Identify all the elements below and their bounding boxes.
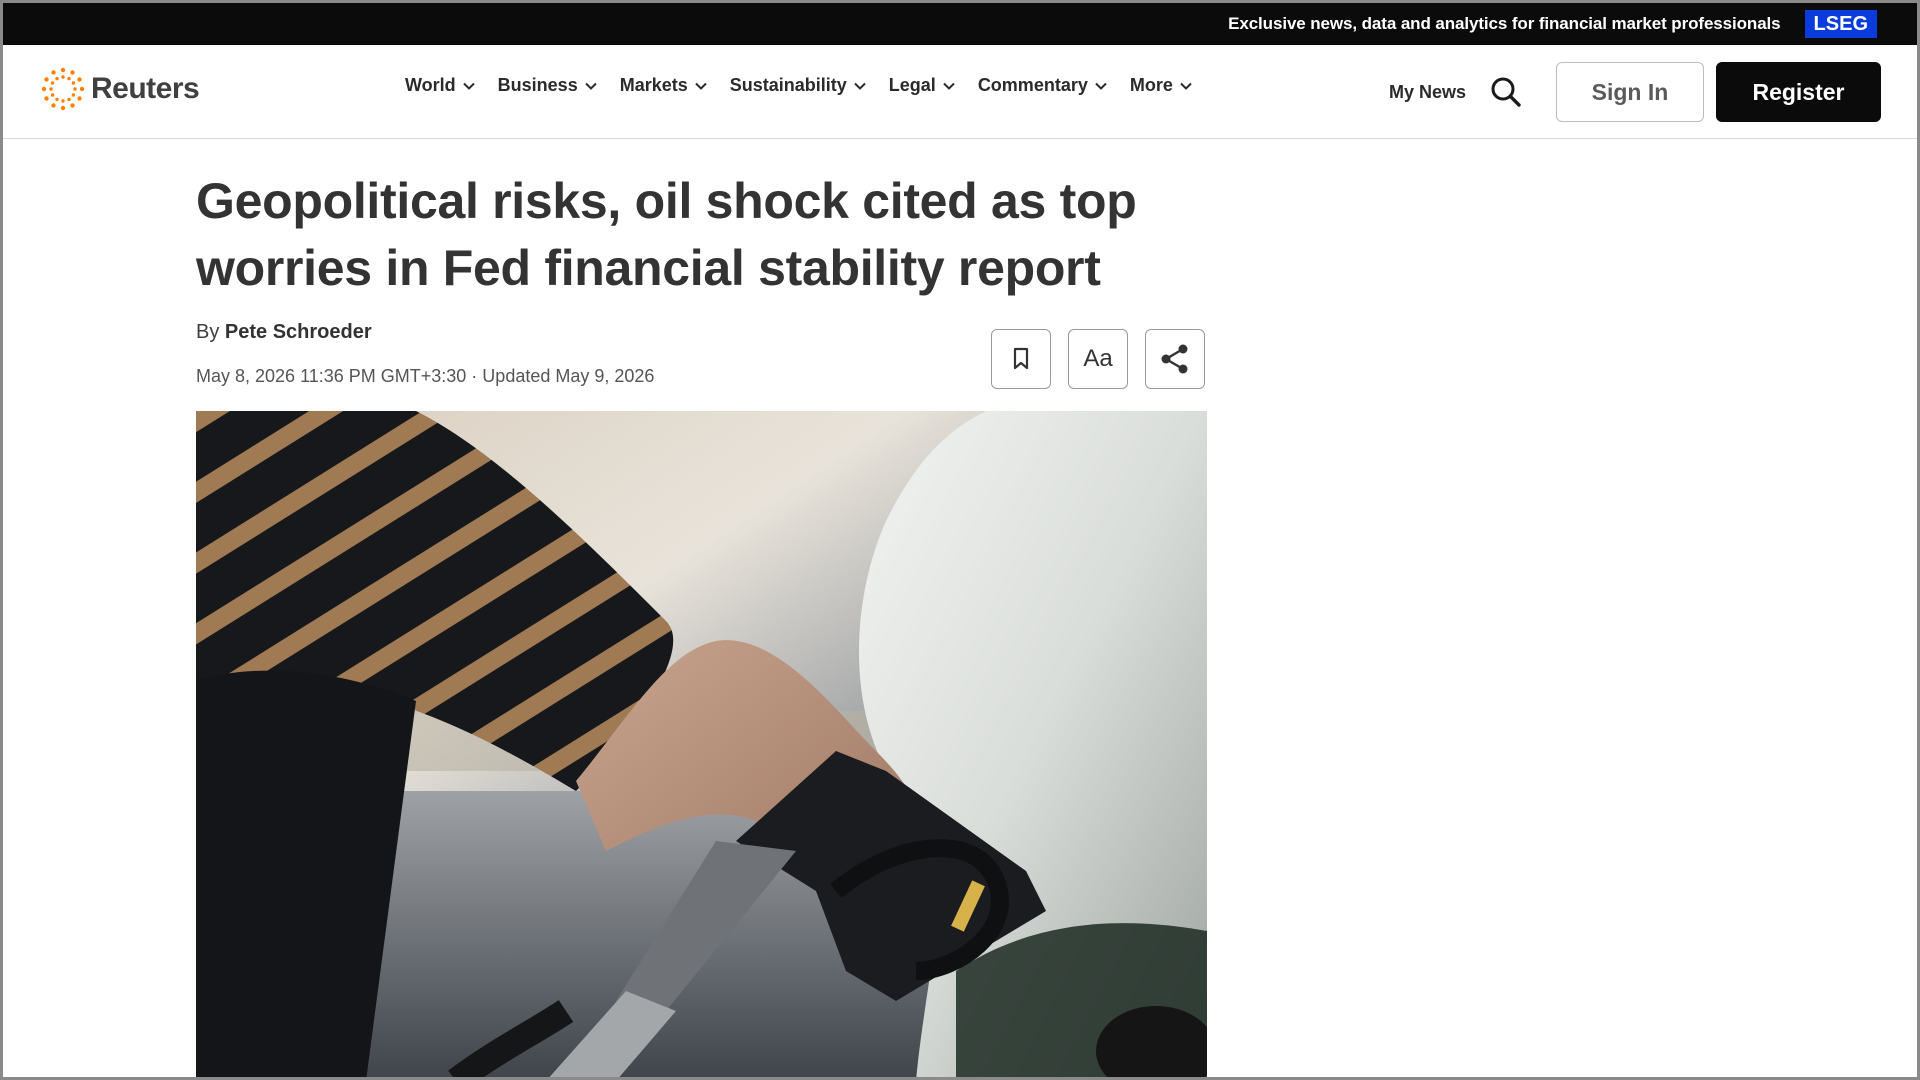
chevron-down-icon xyxy=(462,82,475,90)
nav-item-label: Sustainability xyxy=(729,75,847,95)
chevron-down-icon xyxy=(1095,82,1107,90)
nav-item-world[interactable]: World xyxy=(405,75,476,96)
reuters-logo-icon xyxy=(41,67,85,111)
logo-wordmark: Reuters xyxy=(91,72,200,105)
nav-item-legal[interactable]: Legal xyxy=(889,75,956,96)
text-size-button[interactable]: Aa xyxy=(1068,329,1128,389)
nav-item-commentary[interactable]: Commentary xyxy=(978,75,1108,96)
nav-item-label: Business xyxy=(497,75,578,95)
nav-item-label: Commentary xyxy=(977,75,1088,95)
nav-item-label: World xyxy=(405,75,456,95)
article-tools: Aa xyxy=(991,329,1205,389)
byline-prefix: By xyxy=(196,321,220,343)
chevron-down-icon xyxy=(695,82,707,90)
chevron-down-icon xyxy=(943,82,955,90)
save-article-button[interactable] xyxy=(991,329,1051,389)
register-button[interactable]: Register xyxy=(1716,62,1881,122)
byline: By Pete Schroeder xyxy=(196,321,372,344)
browser-viewport: Exclusive news, data and analytics for f… xyxy=(3,3,1917,1077)
nav-item-more[interactable]: More xyxy=(1130,75,1193,96)
share-button[interactable] xyxy=(1145,329,1205,389)
article-headline: Geopolitical risks, oil shock cited as t… xyxy=(196,173,1137,296)
site-header: Reuters World Business Markets Sustainab… xyxy=(3,45,1917,139)
nav-item-business[interactable]: Business xyxy=(498,75,598,96)
bookmark-icon xyxy=(1013,347,1029,370)
my-news-link[interactable]: My News xyxy=(1389,82,1466,103)
header-actions: My News Sign In Register xyxy=(1389,62,1881,122)
nav-item-label: Legal xyxy=(888,75,936,95)
search-button[interactable] xyxy=(1488,74,1524,110)
chevron-down-icon xyxy=(854,82,866,90)
lseg-badge[interactable]: LSEG xyxy=(1804,10,1877,38)
nav-item-markets[interactable]: Markets xyxy=(620,75,708,96)
chevron-down-icon xyxy=(585,82,597,90)
reuters-logo[interactable]: Reuters xyxy=(41,67,200,111)
author-link[interactable]: Pete Schroeder xyxy=(225,321,372,343)
main-nav: World Business Markets Sustainability Le… xyxy=(405,75,1193,96)
share-icon xyxy=(1161,344,1188,374)
nav-item-label: Markets xyxy=(619,75,688,95)
article-photo[interactable] xyxy=(196,411,1207,1077)
chevron-down-icon xyxy=(1180,82,1192,90)
sign-in-button[interactable]: Sign In xyxy=(1556,62,1704,122)
nav-item-label: More xyxy=(1129,75,1173,95)
nav-item-sustainability[interactable]: Sustainability xyxy=(730,75,867,96)
text-size-label: Aa xyxy=(1083,345,1113,372)
article-dateline: May 8, 2026 11:36 PM GMT+3:30 · Updated … xyxy=(196,366,655,386)
banner-text[interactable]: Exclusive news, data and analytics for f… xyxy=(1228,14,1781,34)
top-banner[interactable]: Exclusive news, data and analytics for f… xyxy=(3,3,1917,45)
search-icon xyxy=(1491,77,1521,107)
